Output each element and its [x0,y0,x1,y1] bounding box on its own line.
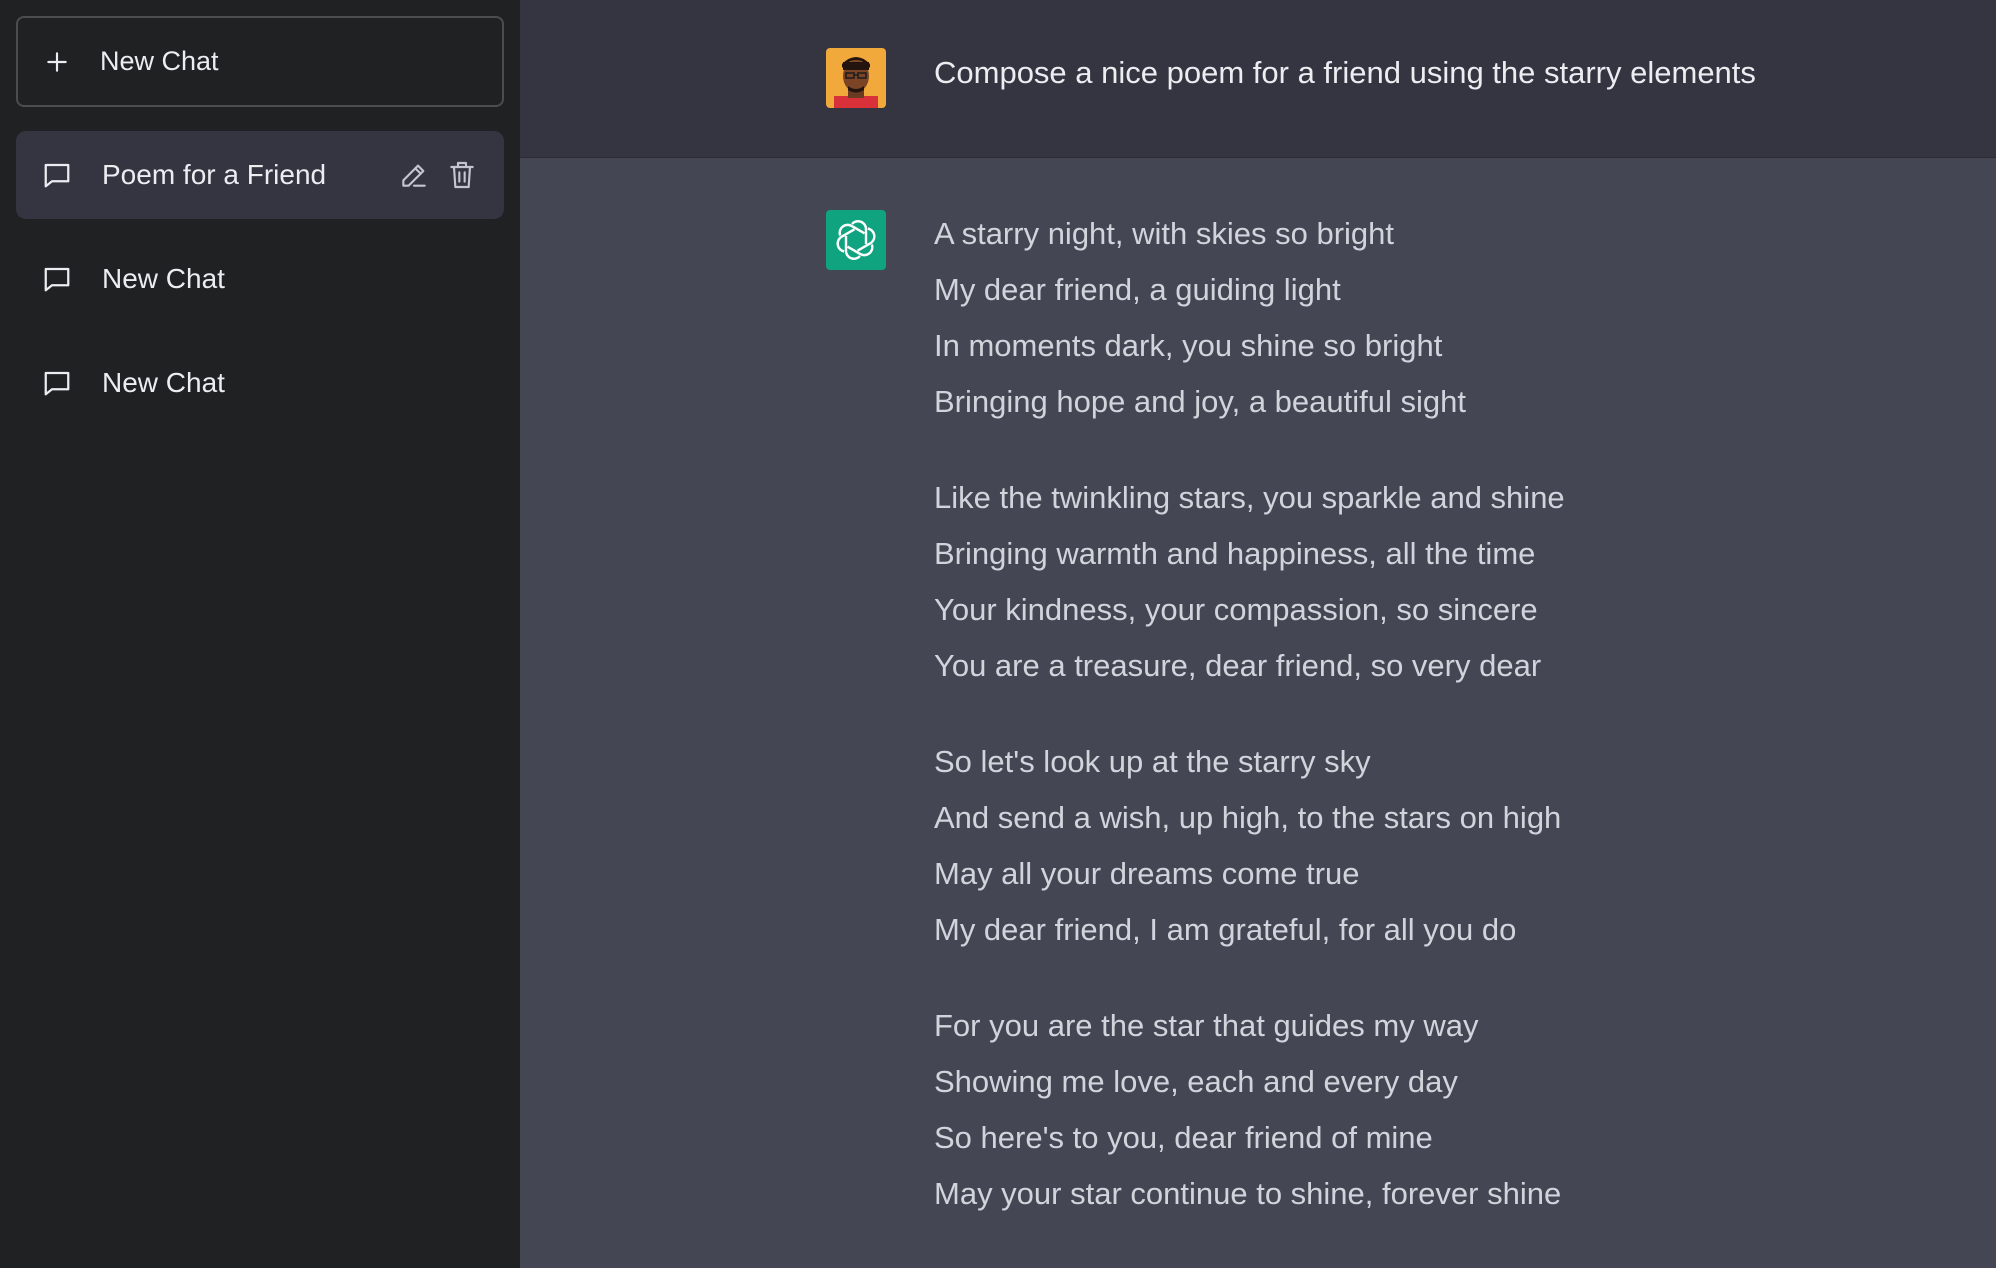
app: New Chat Poem for a Friend New Chat New … [0,0,1996,1268]
chat-item-new-chat[interactable]: New Chat [16,235,504,323]
poem-line: So here's to you, dear friend of mine [934,1120,1433,1155]
poem-line: Your kindness, your compassion, so since… [934,592,1538,627]
chat-item-label: New Chat [102,367,225,398]
poem-line: You are a treasure, dear friend, so very… [934,648,1542,683]
sidebar: New Chat Poem for a Friend New Chat New … [0,0,520,1268]
poem-line: In moments dark, you shine so bright [934,328,1443,363]
poem-line: My dear friend, I am grateful, for all y… [934,912,1517,947]
poem-line: Like the twinkling stars, you sparkle an… [934,480,1565,515]
new-chat-button[interactable]: New Chat [16,16,504,107]
poem-line: May your star continue to shine, forever… [934,1176,1562,1211]
user-avatar [826,48,886,108]
message-icon [42,160,72,190]
chat-item-label: New Chat [102,263,225,294]
poem-stanza: A starry night, with skies so bright My … [934,206,1565,430]
trash-icon[interactable] [446,159,478,191]
user-message-text: Compose a nice poem for a friend using t… [934,55,1756,90]
conversation-pane: Compose a nice poem for a friend using t… [520,0,1996,1268]
chat-item-new-chat[interactable]: New Chat [16,339,504,427]
poem-line: A starry night, with skies so bright [934,216,1395,251]
message-icon [42,264,72,294]
poem-line: Bringing warmth and happiness, all the t… [934,536,1536,571]
chat-item-label: Poem for a Friend [102,159,327,190]
chat-item-poem-for-a-friend[interactable]: Poem for a Friend [16,131,504,219]
pencil-icon[interactable] [398,159,430,191]
poem-stanza: So let's look up at the starry sky And s… [934,734,1565,958]
poem-line: May all your dreams come true [934,856,1360,891]
poem-line: Showing me love, each and every day [934,1064,1458,1099]
poem-line: For you are the star that guides my way [934,1008,1479,1043]
user-message-row: Compose a nice poem for a friend using t… [520,0,1996,158]
poem-stanza: Like the twinkling stars, you sparkle an… [934,470,1565,694]
poem-line: So let's look up at the starry sky [934,744,1371,779]
openai-logo-icon [826,210,886,270]
assistant-message-text: A starry night, with skies so bright My … [934,206,1565,1262]
chat-item-actions [398,159,478,191]
assistant-message-row: A starry night, with skies so bright My … [520,158,1996,1262]
poem-line: And send a wish, up high, to the stars o… [934,800,1562,835]
new-chat-label: New Chat [100,46,219,76]
poem-line: Bringing hope and joy, a beautiful sight [934,384,1466,419]
plus-icon [44,49,70,75]
poem-line: My dear friend, a guiding light [934,272,1341,307]
chat-history-list: Poem for a Friend New Chat New Chat [16,131,504,427]
poem-stanza: For you are the star that guides my way … [934,998,1565,1222]
message-icon [42,368,72,398]
